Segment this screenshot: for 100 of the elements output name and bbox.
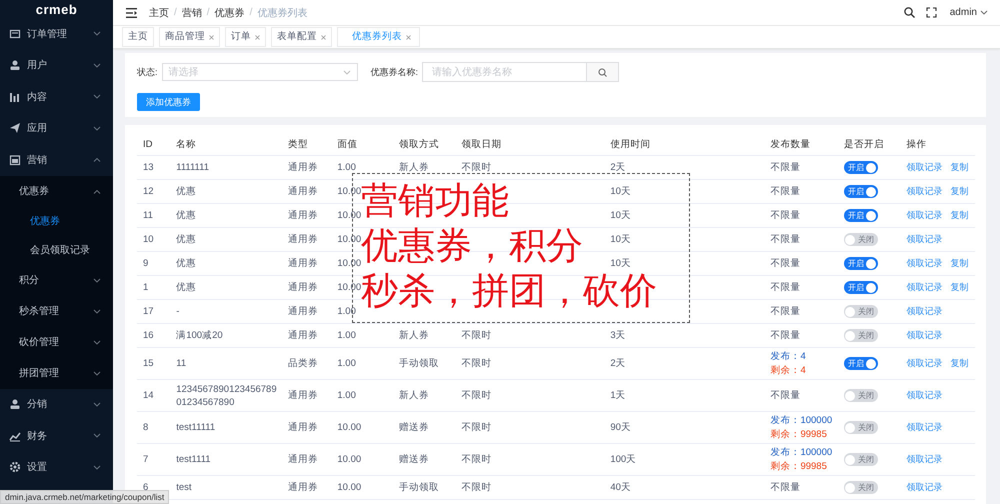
action-link[interactable]: 领取记录 [906,162,942,172]
menu-item[interactable]: 设置 [0,452,113,483]
action-link[interactable]: 领取记录 [906,422,942,432]
toggle-switch[interactable]: 关闭 [844,421,878,434]
table-cell: 不限时 [455,324,604,348]
chevron-icon [93,278,101,282]
table-cell: 12 [137,180,170,204]
breadcrumb-link[interactable]: 主页 [149,6,169,20]
tab[interactable]: 订单 [225,27,266,47]
table-cell: 10.00 [331,444,393,476]
menu-item[interactable]: 积分 [0,264,113,296]
tab[interactable]: 优惠券列表 [337,27,420,47]
table-cell: 40天 [604,476,764,500]
table-cell: 1.00 [331,380,393,412]
breadcrumb-link[interactable]: 优惠券 [214,6,245,20]
table-cell: 10天 [604,228,764,252]
action-link[interactable]: 复制 [950,358,968,368]
action-link[interactable]: 复制 [950,282,968,292]
table-cell: 满100减20 [170,324,282,348]
action-link[interactable]: 复制 [950,210,968,220]
chevron-icon [93,340,101,344]
breadcrumb-separator: / [174,7,177,18]
action-link[interactable]: 领取记录 [906,482,942,492]
action-link[interactable]: 领取记录 [906,234,942,244]
action-link[interactable]: 复制 [950,258,968,268]
table-cell: 手动领取 [392,348,456,380]
submenu-item[interactable]: 优惠券 [0,206,113,236]
action-link[interactable]: 领取记录 [906,454,942,464]
table-cell: 新人券 [392,380,456,412]
action-link[interactable]: 领取记录 [906,186,942,196]
published-count: 发布：100000 [770,446,834,460]
action-link[interactable]: 领取记录 [906,282,942,292]
toggle-switch[interactable]: 关闭 [844,233,878,246]
chevron-icon [93,188,101,194]
toggle-switch[interactable]: 关闭 [844,453,878,466]
table-cell: 123456789012345678901234567890 [170,380,282,412]
table-cell: 不限量 [770,282,800,293]
action-link[interactable]: 领取记录 [906,358,942,368]
menu-item[interactable]: 应用 [0,112,113,144]
table-cell: 通用券 [282,300,332,324]
action-link[interactable]: 领取记录 [906,390,942,400]
search-button[interactable] [587,62,620,82]
menu-item[interactable]: 秒杀管理 [0,296,113,326]
coupon-name-input[interactable]: 请输入优惠券名称 [422,62,588,82]
status-url: dmin.java.crmeb.net/marketing/coupon/list [0,490,170,504]
table-cell: 1天 [604,380,764,412]
column-header: 使用时间 [604,133,764,156]
tab[interactable]: 主页 [122,27,154,47]
menu-item[interactable]: 财务 [0,420,113,452]
toggle-switch[interactable]: 开启 [844,257,878,270]
menu-item[interactable]: 分销 [0,388,113,420]
table-cell: 赠送券 [392,412,456,444]
table-cell: 通用券 [282,412,332,444]
breadcrumb-link[interactable]: 营销 [182,6,202,20]
close-icon [255,34,260,40]
submenu-item[interactable]: 会员领取记录 [0,236,113,264]
table-cell: 新人券 [392,156,456,180]
table-cell: 不限量 [770,258,800,269]
table-cell: 通用券 [282,228,332,252]
menu-item[interactable]: 内容 [0,81,113,112]
toggle-switch[interactable]: 关闭 [844,329,878,342]
action-link[interactable]: 领取记录 [906,306,942,316]
table-cell: 10.00 [331,476,393,500]
chevron-icon [93,308,101,314]
toggle-switch[interactable]: 开启 [844,185,878,198]
table-cell: 不限时 [455,412,604,444]
column-header: 领取日期 [455,133,604,156]
menu-item[interactable]: 砍价管理 [0,326,113,358]
menu-item[interactable]: 优惠券 [0,176,113,206]
tab[interactable]: 商品管理 [159,27,220,47]
menu-item[interactable]: 订单管理 [0,18,113,50]
field-label: 状态: [137,66,158,78]
action-link[interactable]: 领取记录 [906,210,942,220]
menu-item[interactable]: 用户 [0,50,113,81]
action-link[interactable]: 复制 [950,186,968,196]
table-cell: 2天 [604,348,764,380]
toggle-switch[interactable]: 关闭 [844,481,878,494]
toggle-switch[interactable]: 关闭 [844,389,878,402]
toggle-switch[interactable]: 开启 [844,281,878,294]
action-link[interactable]: 领取记录 [906,258,942,268]
toggle-switch[interactable]: 开启 [844,209,878,222]
table-cell: 10.00 [331,412,393,444]
action-link[interactable]: 复制 [950,162,968,172]
table-cell: 不限量 [770,186,800,197]
search-icon [904,7,915,18]
menu-item[interactable]: 营销 [0,144,113,176]
calendar-icon [9,154,21,166]
toggle-switch[interactable]: 关闭 [844,305,878,318]
menu-item[interactable]: 拼团管理 [0,358,113,388]
search-icon [598,68,608,76]
chevron-icon [93,402,101,407]
toggle-switch[interactable]: 开启 [844,161,878,174]
table-cell: 17 [137,300,170,324]
table-cell: 通用券 [282,276,332,300]
tab[interactable]: 表单配置 [271,27,332,47]
table-cell: 不限量 [770,482,800,493]
action-link[interactable]: 领取记录 [906,330,942,340]
add-coupon-button[interactable]: 添加优惠券 [137,93,200,111]
toggle-switch[interactable]: 开启 [844,357,878,370]
user-menu[interactable]: admin [950,7,977,18]
